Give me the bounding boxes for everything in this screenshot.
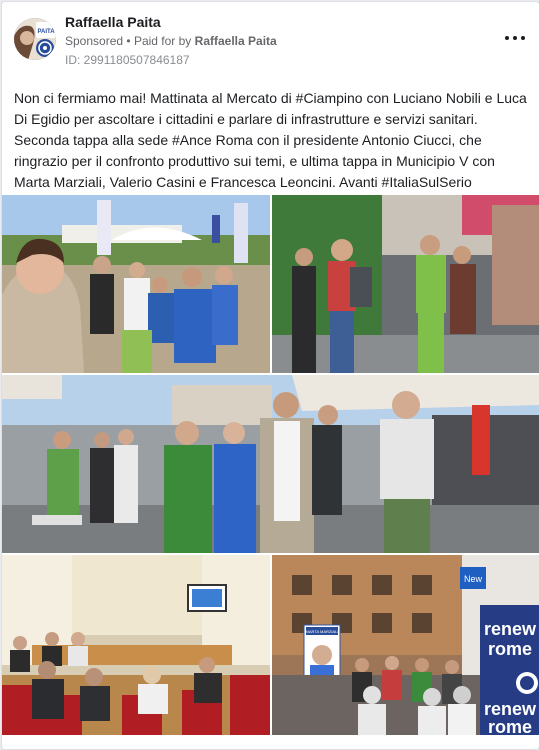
ad-id: ID: 2991180507846187 <box>65 53 190 67</box>
sponsored-label: Sponsored <box>65 34 124 48</box>
post-header: PAITA Raffaella Paita Sponsored • Paid f… <box>14 12 527 72</box>
separator-dot: • <box>126 34 131 48</box>
photo-market-group[interactable] <box>2 375 539 553</box>
photo-municipio-event[interactable]: New MARTA MARZIALI renew rome renew rome <box>272 555 539 735</box>
photo-ance-meeting[interactable] <box>2 555 270 735</box>
photo-market-conversation-image <box>272 195 539 373</box>
author-avatar[interactable]: PAITA <box>14 18 56 60</box>
sponsored-line: Sponsored • Paid for by Raffaella Paita <box>65 33 277 49</box>
photo-grid: New MARTA MARZIALI renew rome renew rome <box>2 195 539 735</box>
post-body-text: Non ci fermiamo mai! Mattinata al Mercat… <box>14 90 527 190</box>
post-meta: Raffaella Paita Sponsored • Paid for by … <box>65 12 277 68</box>
ad-post-card: PAITA Raffaella Paita Sponsored • Paid f… <box>1 1 539 750</box>
photo-market-selfie[interactable] <box>2 195 270 373</box>
paid-by-name[interactable]: Raffaella Paita <box>195 34 277 48</box>
avatar-image: PAITA <box>14 18 56 60</box>
shop-sign-text: New <box>464 574 483 584</box>
author-name[interactable]: Raffaella Paita <box>65 13 277 31</box>
banner-text-1: renew <box>484 619 537 639</box>
more-options-icon[interactable] <box>503 30 527 46</box>
banner-text-2: rome <box>488 639 532 659</box>
banner-text-4: rome <box>488 717 532 735</box>
poster-text: MARTA MARZIALI <box>306 629 339 634</box>
avatar-text: PAITA <box>37 29 55 35</box>
banner-text-3: renew <box>484 699 537 719</box>
photo-municipio-event-image: New MARTA MARZIALI renew rome renew rome <box>272 555 539 735</box>
photo-ance-meeting-image <box>2 555 270 735</box>
paid-prefix: Paid for by <box>133 34 192 48</box>
photo-market-conversation[interactable] <box>272 195 539 373</box>
photo-market-selfie-image <box>2 195 270 373</box>
photo-market-group-image <box>2 375 539 553</box>
